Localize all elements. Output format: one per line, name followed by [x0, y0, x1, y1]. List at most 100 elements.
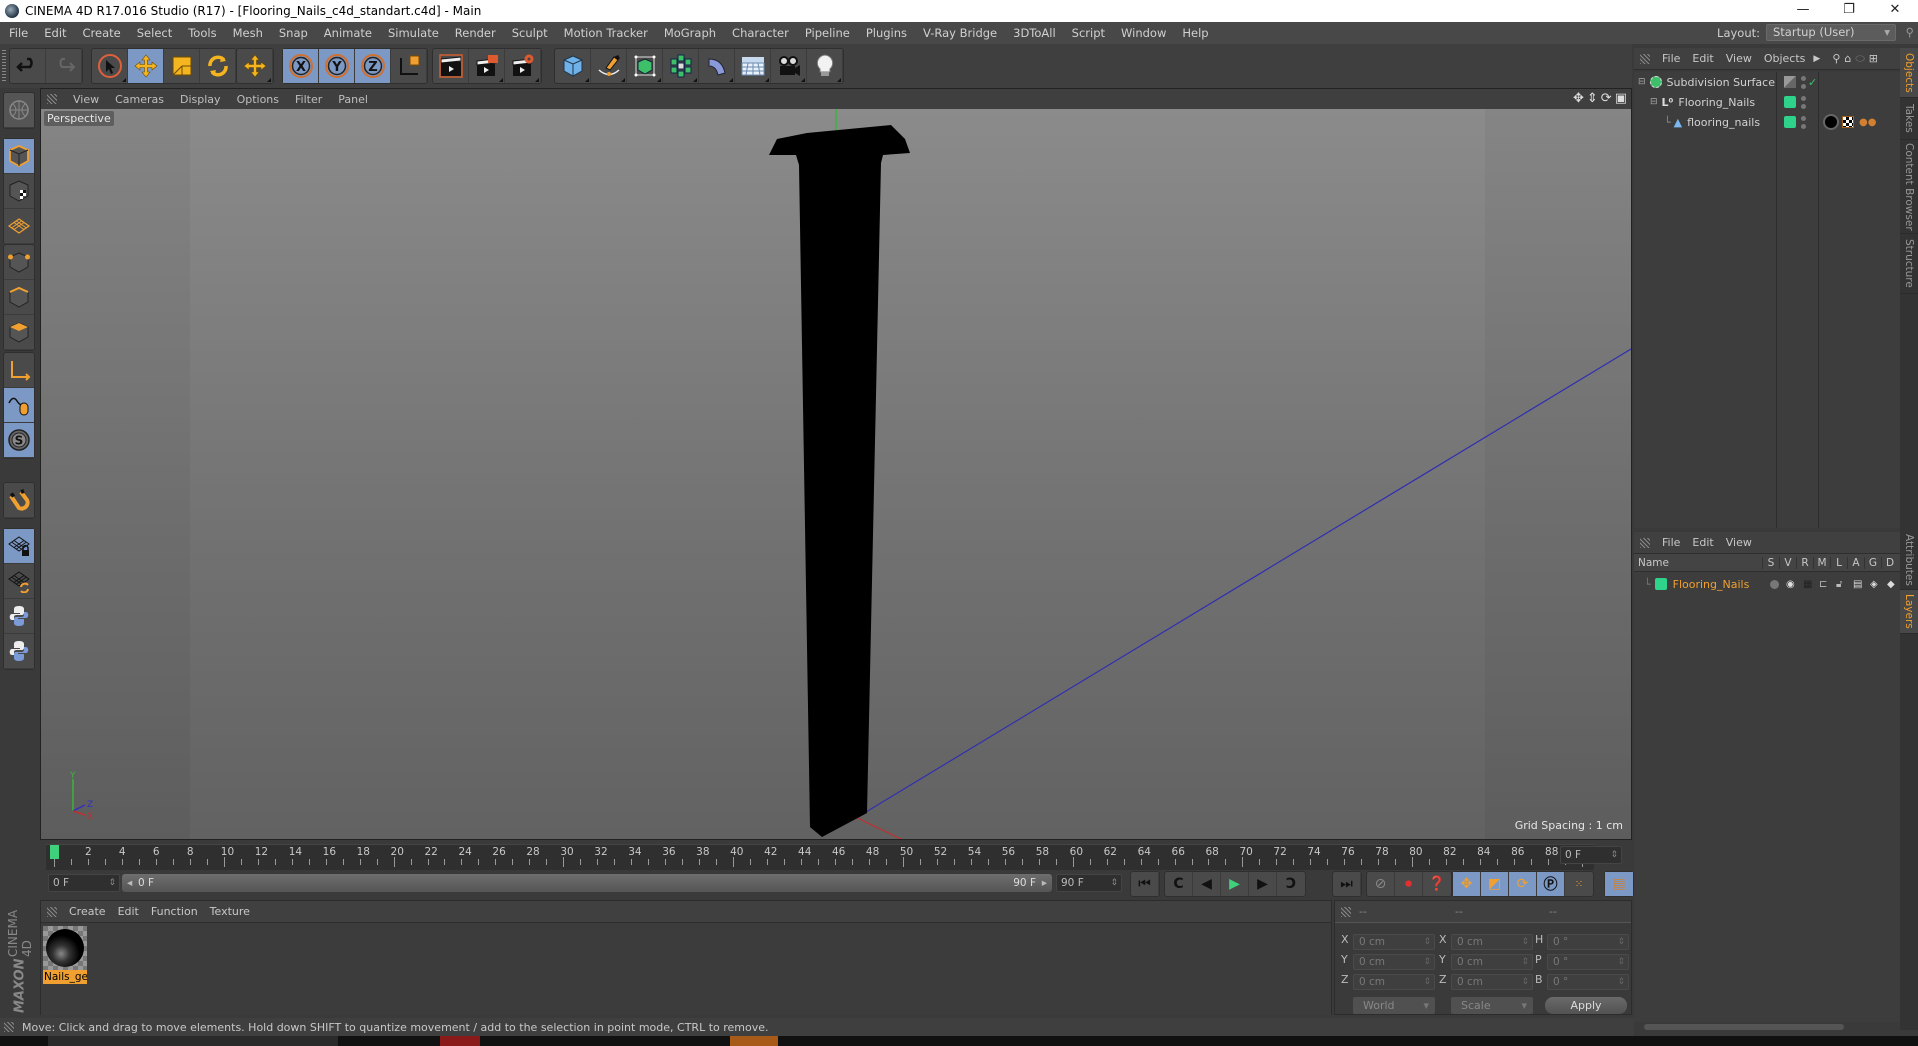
toolbar-grip[interactable] — [2, 50, 6, 82]
key-rotation-button[interactable]: ⟳ — [1509, 872, 1537, 896]
current-frame-field[interactable]: 0 F — [1560, 846, 1622, 864]
previous-key-button[interactable]: C — [1165, 872, 1193, 896]
layer-color-swatch[interactable] — [1654, 578, 1667, 590]
position-z-field[interactable]: 0 cm — [1353, 974, 1435, 990]
editor-render-toggle-icon[interactable] — [1784, 76, 1796, 88]
object-row-flooring-nails-mesh[interactable]: └ ▲ flooring_nails ●● — [1634, 112, 1898, 132]
size-x-field[interactable]: 0 cm — [1451, 934, 1533, 950]
key-point-level-button[interactable]: ⁙ — [1565, 872, 1593, 896]
tab-layers[interactable]: Layers — [1900, 590, 1918, 634]
scrollbar-thumb[interactable] — [1644, 1024, 1844, 1030]
preview-range-slider[interactable]: ◂ 0 F 90 F ▸ — [122, 874, 1052, 892]
object-name[interactable]: Subdivision Surface — [1667, 76, 1775, 89]
render-settings-button[interactable] — [505, 49, 541, 83]
tab-content-browser[interactable]: Content Browser — [1900, 140, 1918, 234]
tab-structure[interactable]: Structure — [1900, 234, 1918, 294]
axis-mode-button[interactable] — [4, 353, 34, 388]
timeline-window-button[interactable]: ▤ — [1605, 872, 1633, 896]
right-panel-scrollbar[interactable] — [1634, 1022, 1900, 1032]
last-tool-button[interactable] — [237, 49, 273, 83]
edges-mode-button[interactable] — [4, 280, 34, 315]
column-manager[interactable]: M — [1813, 556, 1830, 569]
size-y-field[interactable]: 0 cm — [1451, 954, 1533, 970]
layer-render-clapper-icon[interactable]: ▦ — [1803, 579, 1812, 590]
viewport-menu-display[interactable]: Display — [172, 93, 229, 106]
cube-primitive-button[interactable] — [555, 49, 591, 83]
status-bar-grip[interactable] — [4, 1022, 14, 1032]
viewport-menu-view[interactable]: View — [65, 93, 107, 106]
materials-menu-texture[interactable]: Texture — [206, 905, 258, 918]
visibility-dots[interactable] — [1801, 75, 1807, 89]
rotation-h-field[interactable]: 0 ° — [1547, 934, 1629, 950]
key-parameter-button[interactable]: Ⓟ — [1537, 872, 1565, 896]
model-mode-button[interactable] — [4, 139, 34, 174]
phong-tag-icon[interactable]: ●● — [1859, 117, 1876, 128]
menu-sculpt[interactable]: Sculpt — [503, 26, 555, 40]
column-visible[interactable]: V — [1779, 556, 1796, 569]
layer-solo-toggle[interactable] — [1770, 579, 1779, 589]
minimize-button[interactable]: — — [1780, 0, 1826, 22]
record-active-objects-button[interactable]: ⏺ — [1395, 872, 1423, 896]
render-view-button[interactable] — [433, 49, 469, 83]
python-button[interactable] — [4, 599, 34, 634]
layer-color-swatch[interactable] — [1784, 116, 1796, 128]
size-mode-dropdown[interactable]: Scale — [1451, 997, 1533, 1014]
rotate-tool-button[interactable] — [200, 49, 236, 83]
layer-visible-eye-icon[interactable]: ◉ — [1786, 579, 1795, 590]
taskbar-item[interactable] — [730, 1036, 778, 1046]
layer-lock-icon[interactable]: 🔓︎ — [1836, 579, 1842, 590]
menu-create[interactable]: Create — [74, 26, 128, 40]
tab-attributes[interactable]: Attributes — [1900, 530, 1918, 590]
menu-script[interactable]: Script — [1063, 26, 1112, 40]
menu-animate[interactable]: Animate — [315, 26, 379, 40]
column-solo[interactable]: S — [1762, 556, 1779, 569]
scale-tool-button[interactable] — [164, 49, 200, 83]
move-tool-button[interactable] — [128, 49, 164, 83]
x-axis-lock-button[interactable]: X — [283, 49, 319, 83]
live-selection-button[interactable] — [92, 49, 128, 83]
camera-button[interactable] — [771, 49, 807, 83]
snapping-button[interactable] — [4, 483, 34, 518]
planar-workplane-button[interactable] — [4, 564, 34, 599]
range-end-arrow-icon[interactable]: ▸ — [1042, 874, 1047, 892]
column-animation[interactable]: A — [1847, 556, 1864, 569]
restore-button[interactable]: ❐ — [1826, 0, 1872, 22]
zoom-view-icon[interactable]: ⇕ — [1587, 91, 1598, 106]
go-to-end-button[interactable]: ⏭ — [1333, 872, 1361, 896]
menu-file[interactable]: File — [0, 26, 35, 40]
locked-workplane-button[interactable] — [4, 529, 34, 564]
bend-deformer-button[interactable] — [699, 49, 735, 83]
column-generators[interactable]: G — [1864, 556, 1881, 569]
rotation-p-field[interactable]: 0 ° — [1547, 954, 1629, 970]
layers-menu-grip[interactable] — [1640, 537, 1650, 548]
texture-tag-icon[interactable] — [1842, 116, 1854, 128]
object-name[interactable]: Flooring_Nails — [1678, 96, 1755, 109]
layout-dropdown[interactable]: Startup (User) — [1766, 24, 1896, 41]
layer-color-swatch[interactable] — [1784, 96, 1796, 108]
enabled-check-icon[interactable]: ✓ — [1808, 76, 1817, 89]
home-icon[interactable]: ⌂ — [1844, 52, 1851, 65]
motion-record-button[interactable]: ⊘ — [1367, 872, 1395, 896]
timeline-ruler[interactable]: 0246810121416182022242628303234363840424… — [46, 844, 1594, 870]
menu-window[interactable]: Window — [1112, 26, 1173, 40]
search-icon[interactable]: ⚲ — [1906, 25, 1914, 39]
coordinate-mode-dropdown[interactable]: World — [1353, 997, 1435, 1014]
layers-menu-edit[interactable]: Edit — [1688, 536, 1721, 549]
menu-snap[interactable]: Snap — [270, 26, 315, 40]
menu-vray-bridge[interactable]: V-Ray Bridge — [914, 26, 1004, 40]
3d-viewport[interactable]: View Cameras Display Options Filter Pane… — [40, 88, 1632, 840]
tab-takes[interactable]: Takes — [1900, 98, 1918, 140]
objects-menu-edit[interactable]: Edit — [1688, 52, 1721, 65]
menu-render[interactable]: Render — [446, 26, 503, 40]
tree-collapse-icon[interactable]: ⊟ — [1638, 77, 1646, 87]
visibility-dots[interactable] — [1801, 95, 1807, 109]
viewport-menu-panel[interactable]: Panel — [330, 93, 376, 106]
points-mode-button[interactable] — [4, 245, 34, 280]
new-view-icon[interactable]: ⊞ — [1869, 52, 1878, 65]
column-name[interactable]: Name — [1634, 557, 1762, 569]
close-button[interactable]: ✕ — [1872, 0, 1918, 22]
next-frame-button[interactable]: ▶ — [1249, 872, 1277, 896]
pen-spline-button[interactable] — [591, 49, 627, 83]
flooring-nail-mesh[interactable] — [769, 125, 910, 837]
layer-generators-icon[interactable]: ◈ — [1870, 579, 1878, 590]
